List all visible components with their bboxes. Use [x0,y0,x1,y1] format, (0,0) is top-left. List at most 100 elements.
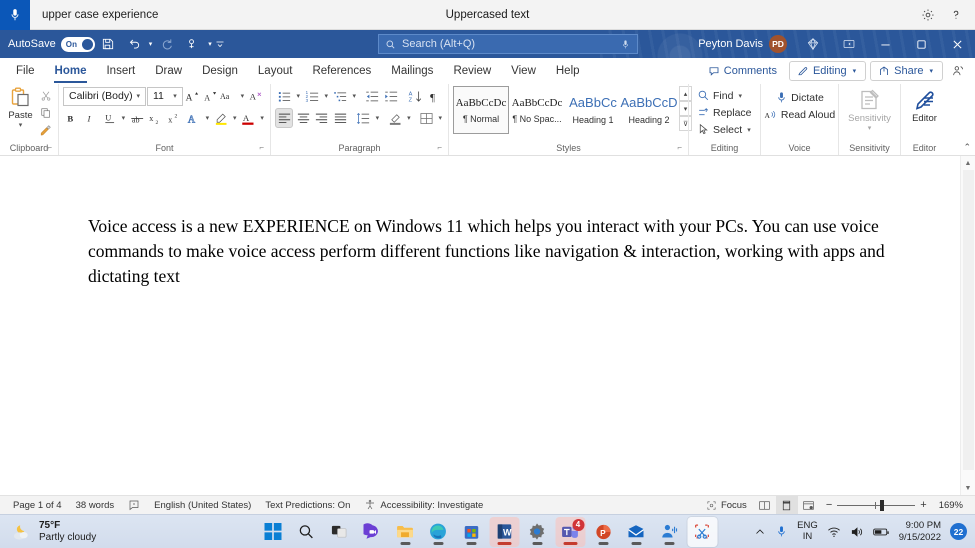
font-color-button[interactable]: A [240,108,258,128]
undo-dropdown-caret[interactable]: ▾ [147,40,155,48]
document-body-text[interactable]: Voice access is a new EXPERIENCE on Wind… [88,214,888,290]
replace-button[interactable]: Replace [693,104,756,121]
chevron-down-icon[interactable]: ▾ [171,92,179,100]
show-hidden-icons-button[interactable] [754,526,766,538]
font-color-dropdown-caret[interactable]: ▾ [258,114,266,122]
volume-button[interactable] [850,525,864,539]
document-page[interactable]: Voice access is a new EXPERIENCE on Wind… [0,156,960,495]
align-left-button[interactable] [275,108,294,128]
editing-button[interactable]: Editing ▾ [788,61,867,81]
vertical-scrollbar[interactable]: ▲ ▼ [960,156,975,495]
touch-mode-dropdown-caret[interactable]: ▾ [206,40,214,48]
language-indicator[interactable]: English (United States) [147,496,258,515]
dictate-button[interactable]: Dictate [771,89,828,106]
justify-button[interactable] [332,108,350,128]
notification-center-button[interactable]: 22 [950,523,967,540]
account-button[interactable]: Peyton Davis PD [690,35,795,53]
chevron-down-icon[interactable]: ▾ [927,67,935,75]
multilevel-dropdown-caret[interactable]: ▾ [351,92,359,100]
chat-button[interactable] [357,517,387,547]
borders-dropdown-caret[interactable]: ▾ [436,114,444,122]
borders-button[interactable] [418,108,436,128]
voice-access-microphone-button[interactable] [0,0,30,30]
chevron-down-icon[interactable]: ▾ [134,92,142,100]
bullets-button[interactable] [275,86,294,106]
select-dropdown-caret[interactable]: ▾ [745,126,753,134]
tab-help[interactable]: Help [546,58,590,84]
tab-layout[interactable]: Layout [248,58,303,84]
highlight-dropdown-caret[interactable]: ▾ [231,114,239,122]
focus-mode-button[interactable]: Focus [699,496,754,515]
chevron-down-icon[interactable]: ▾ [239,92,247,100]
sensitivity-dropdown-caret[interactable]: ▾ [866,124,874,132]
accessibility-button[interactable]: Accessibility: Investigate [357,496,490,515]
superscript-button[interactable]: x 2 [166,108,184,128]
search-button[interactable] [291,517,321,547]
underline-dropdown-caret[interactable]: ▾ [120,114,128,122]
file-explorer-button[interactable] [390,517,420,547]
word-count[interactable]: 38 words [69,496,122,515]
find-button[interactable]: Find ▾ [693,87,748,104]
task-view-button[interactable] [324,517,354,547]
print-layout-button[interactable] [775,495,798,515]
align-center-button[interactable] [294,108,312,128]
customize-quick-access-button[interactable] [214,32,227,56]
line-spacing-button[interactable] [355,108,373,128]
collapse-ribbon-button[interactable]: ⌃ [963,142,971,153]
text-effects-dropdown-caret[interactable]: ▾ [204,114,212,122]
shrink-font-button[interactable]: A [202,86,219,106]
paste-button[interactable]: Paste ▾ [4,86,37,129]
help-question-icon[interactable] [949,8,963,22]
multilevel-list-button[interactable] [331,86,350,106]
save-button[interactable] [95,32,121,56]
search-input[interactable]: Search (Alt+Q) [378,34,638,54]
dialog-launcher-icon[interactable]: ⌐ [259,141,264,154]
touch-mode-button[interactable] [180,32,206,56]
numbering-dropdown-caret[interactable]: ▾ [323,92,331,100]
style-heading-2[interactable]: AaBbCcD Heading 2 [620,86,678,134]
read-aloud-button[interactable]: A Read Aloud [760,106,839,123]
scroll-up-button[interactable]: ▲ [961,156,975,170]
text-highlight-button[interactable] [212,108,230,128]
style-heading-1[interactable]: AaBbCc Heading 1 [565,86,621,134]
font-name-combo[interactable]: Calibri (Body) ▾ [63,86,146,106]
redo-button[interactable] [154,32,180,56]
word-button[interactable]: W [489,516,519,547]
zoom-thumb[interactable] [880,499,885,511]
chevron-down-icon[interactable]: ▾ [851,67,859,75]
dialog-launcher-icon[interactable]: ⌐ [677,141,682,154]
shading-button[interactable] [386,108,404,128]
line-spacing-dropdown-caret[interactable]: ▾ [374,114,382,122]
battery-button[interactable] [872,526,890,538]
style-normal[interactable]: AaBbCcDc ¶ Normal [453,86,509,134]
close-button[interactable] [939,30,975,58]
tray-microphone-button[interactable] [775,525,788,538]
cut-button[interactable] [37,88,54,104]
find-dropdown-caret[interactable]: ▾ [736,92,744,100]
text-effects-button[interactable]: A [185,108,203,128]
align-right-button[interactable] [313,108,331,128]
tab-review[interactable]: Review [443,58,501,84]
teams-button[interactable]: 4 [555,516,585,547]
edge-button[interactable] [423,517,453,547]
autosave-toggle[interactable]: On [60,36,95,52]
subscript-button[interactable]: x 2 [147,108,165,128]
editor-button[interactable]: Editor [906,86,944,126]
page-indicator[interactable]: Page 1 of 4 [6,496,69,515]
minimize-button[interactable] [867,30,903,58]
zoom-track[interactable] [837,499,916,511]
copy-button[interactable] [37,105,54,121]
ribbon-display-options-button[interactable] [831,30,867,58]
read-mode-button[interactable] [754,496,776,515]
select-button[interactable]: Select ▾ [693,121,757,138]
italic-button[interactable]: I [82,108,100,128]
format-painter-button[interactable] [37,122,54,138]
tab-draw[interactable]: Draw [145,58,192,84]
catch-up-button[interactable] [947,61,969,81]
increase-indent-button[interactable] [383,86,402,106]
microsoft-365-diamond-button[interactable] [795,30,831,58]
tab-home[interactable]: Home [45,58,97,84]
gear-icon[interactable] [921,8,935,22]
paste-dropdown-caret[interactable]: ▾ [17,121,25,129]
powerpoint-button[interactable]: P [588,517,618,547]
